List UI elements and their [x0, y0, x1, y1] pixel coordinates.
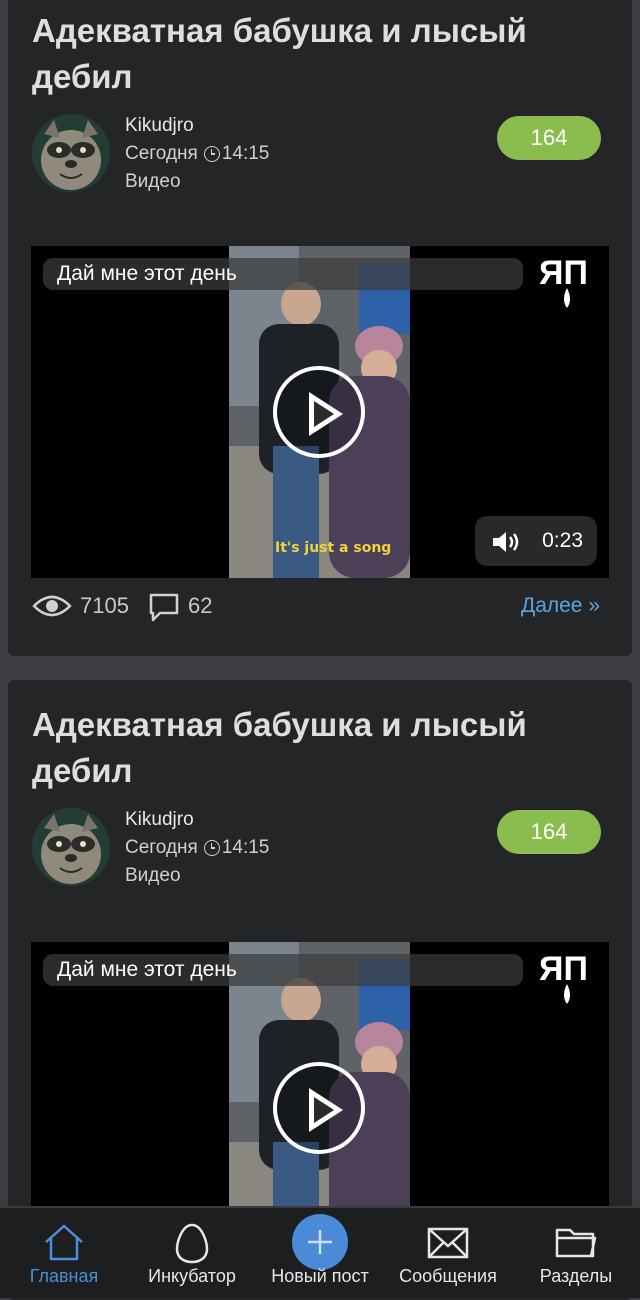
plus-icon [292, 1214, 348, 1270]
home-icon [45, 1224, 83, 1261]
views-count: 7105 [80, 593, 129, 618]
post-title[interactable]: Адекватная бабушка и лысый дебил [32, 702, 608, 794]
clock-icon [203, 146, 220, 162]
post-stats: 7105 62 Далее » [32, 590, 608, 622]
post-meta: Kikudjro Сегодня 14:15 Видео 164 [32, 114, 608, 194]
video-subtitle: It's just a song [275, 540, 392, 556]
post-title[interactable]: Адекватная бабушка и лысый дебил [32, 8, 608, 100]
sound-duration-control[interactable]: 0:23 [475, 516, 597, 566]
tab-home[interactable]: Главная [0, 1208, 128, 1298]
tab-messages[interactable]: Сообщения [384, 1208, 512, 1298]
raccoon-avatar-icon [32, 808, 110, 886]
svg-text:ЯП: ЯП [539, 254, 588, 292]
video-title: Дай мне этот день [43, 258, 523, 290]
comments-count[interactable]: 62 [188, 590, 212, 622]
post-category[interactable]: Видео [125, 862, 269, 890]
read-more-link[interactable]: Далее » [521, 590, 600, 622]
video-title: Дай мне этот день [43, 954, 523, 986]
play-icon[interactable] [273, 366, 365, 458]
avatar[interactable] [32, 808, 110, 886]
tab-incubator[interactable]: Инкубатор [128, 1208, 256, 1298]
svg-text:ЯП: ЯП [539, 950, 588, 988]
clock-icon [203, 840, 220, 856]
video-player[interactable]: Дай мне этот день ЯП [31, 942, 609, 1242]
rating-badge[interactable]: 164 [497, 810, 601, 854]
play-icon[interactable] [273, 1062, 365, 1154]
envelope-icon [427, 1227, 469, 1259]
post-category[interactable]: Видео [125, 168, 269, 196]
eye-icon [32, 595, 72, 617]
comment-icon[interactable] [148, 592, 180, 622]
post-card: Адекватная бабушка и лысый дебил Kikudjr… [8, 0, 632, 656]
author-name[interactable]: Kikudjro [125, 112, 269, 140]
yaplakal-logo: ЯП [539, 950, 588, 1004]
author-name[interactable]: Kikudjro [125, 806, 269, 834]
avatar[interactable] [32, 114, 110, 192]
rating-badge[interactable]: 164 [497, 116, 601, 160]
post-date: Сегодня 14:15 [125, 143, 270, 164]
egg-icon [175, 1223, 209, 1264]
post-meta: Kikudjro Сегодня 14:15 Видео 164 [32, 808, 608, 888]
raccoon-avatar-icon [32, 114, 110, 192]
speaker-icon[interactable] [491, 530, 523, 554]
yaplakal-logo: ЯП [539, 254, 588, 308]
tab-new-post[interactable]: Новый пост [256, 1208, 384, 1298]
video-player[interactable]: Дай мне этот день ЯП It's just a song 0:… [31, 246, 609, 578]
post-date: Сегодня 14:15 [125, 837, 270, 858]
video-duration: 0:23 [542, 529, 583, 552]
tab-sections[interactable]: Разделы [512, 1208, 640, 1298]
bottom-tab-bar: Главная Инкубатор Новый пост Сообщения Р… [0, 1206, 640, 1298]
folder-icon [555, 1228, 597, 1258]
